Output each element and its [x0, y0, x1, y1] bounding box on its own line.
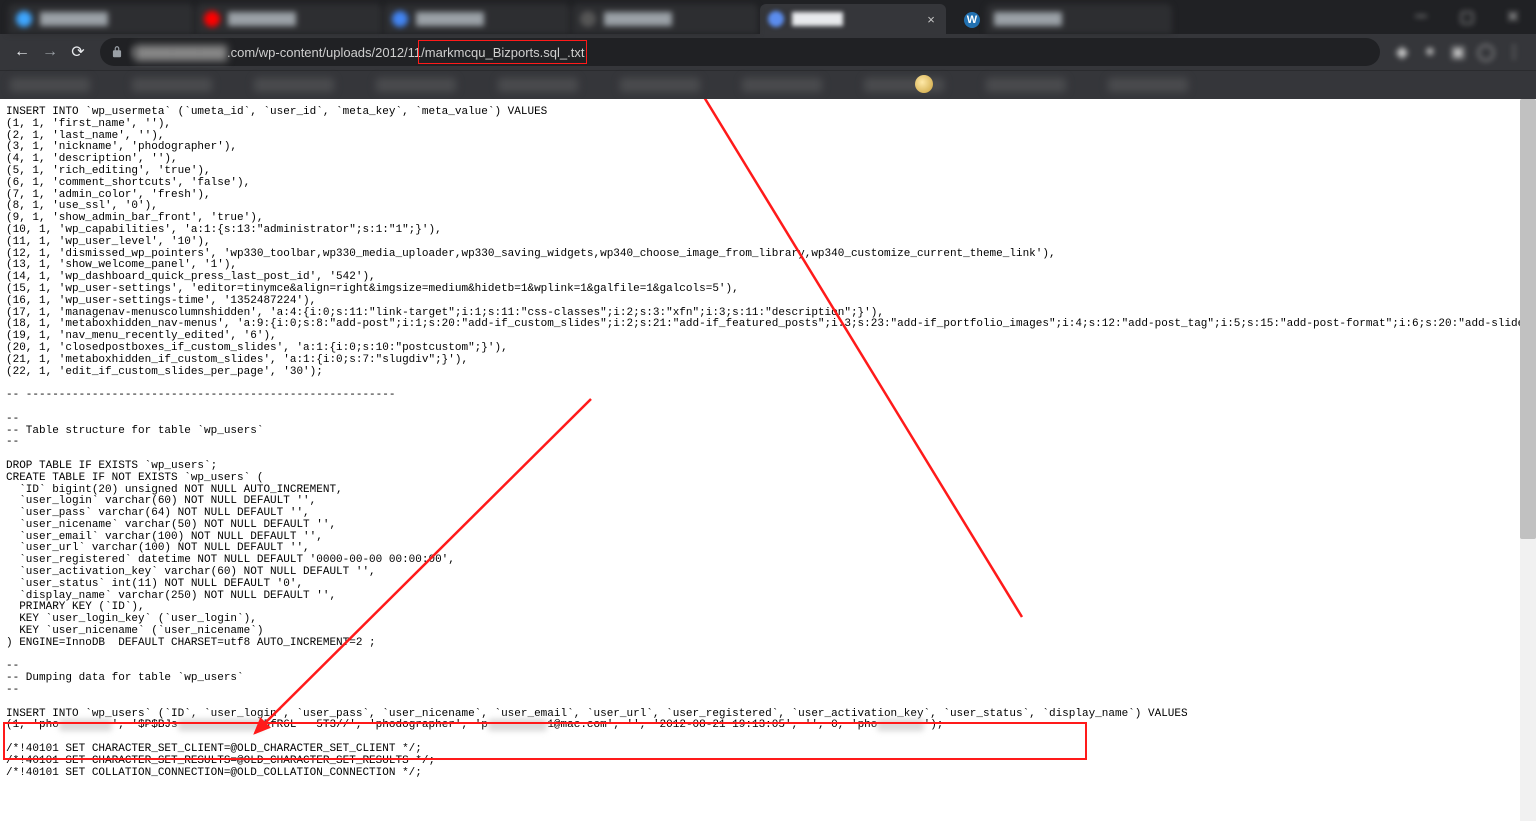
toolbar-right-icons: ◆ ● ▣ ◯ ⋮	[1388, 38, 1528, 66]
reload-button[interactable]: ⟳	[64, 38, 92, 66]
browser-tab[interactable]: ████████	[196, 4, 382, 34]
profile-icon[interactable]: ◯	[1472, 38, 1500, 66]
browser-tab-active[interactable]: ██████ essport ×	[760, 4, 946, 34]
maximize-icon[interactable]: ▢	[1444, 0, 1490, 34]
bookmark-icon[interactable]	[915, 75, 933, 93]
page-content: INSERT INTO `wp_usermeta` (`umeta_id`, `…	[0, 99, 1536, 821]
extension-icon[interactable]: ◆	[1388, 38, 1416, 66]
back-button[interactable]: ←	[8, 38, 36, 66]
close-icon[interactable]: ×	[924, 12, 938, 26]
sql-dump-text: INSERT INTO `wp_usermeta` (`umeta_id`, `…	[0, 99, 1536, 787]
browser-tab[interactable]: ████████	[8, 4, 194, 34]
close-window-icon[interactable]: ✕	[1490, 0, 1536, 34]
window-controls: ─ ▢ ✕	[1398, 0, 1536, 34]
browser-tab[interactable]: ████████	[384, 4, 570, 34]
browser-toolbar: ← → ⟳ l ██████████ .com/wp-content/uploa…	[0, 34, 1536, 70]
tab-strip: ████████ ████████ ████████ ████████ ████…	[0, 0, 1536, 34]
scrollbar-thumb[interactable]	[1520, 99, 1536, 539]
url-highlight-box: /markmcqu_Bizports.sql_.txt	[418, 40, 587, 64]
browser-tab[interactable]: ████████	[572, 4, 758, 34]
extension-icon[interactable]: ●	[1416, 38, 1444, 66]
forward-button[interactable]: →	[36, 38, 64, 66]
address-bar[interactable]: l ██████████ .com/wp-content/uploads/201…	[100, 38, 1380, 66]
wordpress-tab-icon[interactable]: W	[954, 6, 982, 34]
bookmarks-bar	[0, 70, 1536, 99]
url-text: l ██████████ .com/wp-content/uploads/201…	[132, 40, 587, 64]
browser-tab[interactable]: ████████	[986, 4, 1172, 34]
extension-icon[interactable]: ▣	[1444, 38, 1472, 66]
lock-icon	[110, 45, 124, 59]
minimize-icon[interactable]: ─	[1398, 0, 1444, 34]
menu-icon[interactable]: ⋮	[1500, 38, 1528, 66]
